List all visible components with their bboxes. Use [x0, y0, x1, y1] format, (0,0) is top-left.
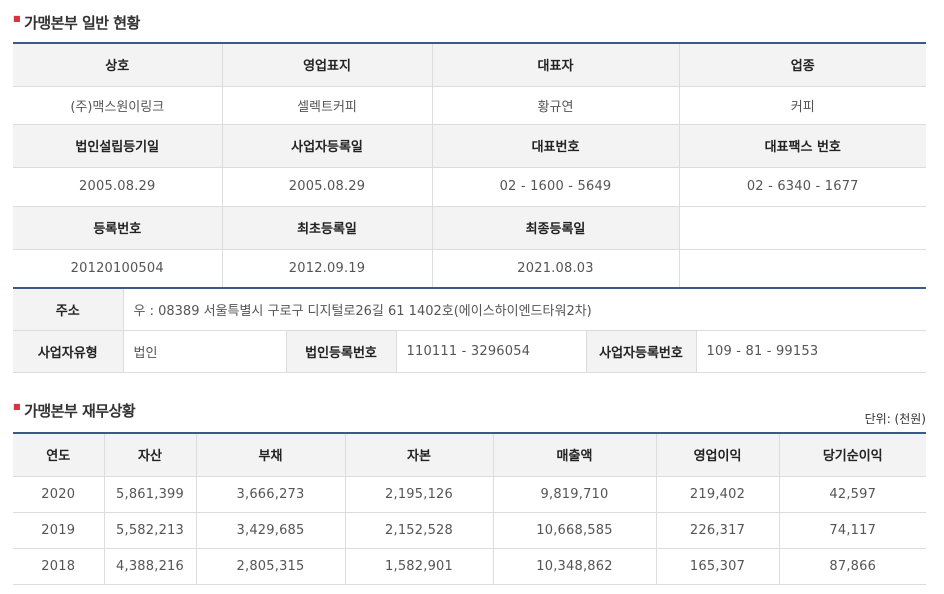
finance-title-text: 가맹본부 재무상황	[24, 402, 136, 420]
corporate-reg-value: 110111 - 3296054	[395, 329, 587, 373]
overview-section-title: ■ 가맹본부 일반 현황	[13, 12, 140, 33]
net-income-cell: 87,866	[778, 547, 926, 585]
fax-value: 02 - 6340 - 1677	[678, 166, 926, 207]
net-income-cell: 42,597	[778, 475, 926, 513]
overview-header-row: 등록번호 최초등록일 최종등록일	[13, 205, 926, 250]
business-info-row: 사업자유형 법인 법인등록번호 110111 - 3296054 사업자등록번호…	[13, 329, 926, 373]
bullet-icon: ■	[13, 14, 21, 23]
overview-table: 상호 영업표지 대표자 업종 (주)맥스원이링크 셀렉트커피 황규연 커피 법인…	[13, 42, 926, 288]
header-incorporation-date: 법인설립등기일	[13, 123, 223, 168]
liabilities-cell: 2,805,315	[195, 547, 346, 585]
year-cell: 2020	[13, 475, 105, 513]
assets-cell: 5,582,213	[103, 511, 197, 549]
header-ceo: 대표자	[431, 42, 680, 87]
business-reg-label: 사업자등록번호	[585, 329, 697, 373]
business-type-label: 사업자유형	[13, 329, 124, 373]
table-row: 2018 4,388,216 2,805,315 1,582,901 10,34…	[13, 547, 926, 585]
address-table: 주소 우 : 08389 서울특별시 구로구 디지털로26길 61 1402호(…	[13, 287, 926, 373]
header-operating-profit: 영업이익	[655, 432, 780, 477]
company-name-value: (주)맥스원이링크	[13, 85, 223, 125]
equity-cell: 1,582,901	[344, 547, 494, 585]
liabilities-cell: 3,666,273	[195, 475, 346, 513]
empty-value-cell	[678, 248, 926, 288]
header-revenue: 매출액	[492, 432, 657, 477]
equity-cell: 2,195,126	[344, 475, 494, 513]
header-net-income: 당기순이익	[778, 432, 926, 477]
header-equity: 자본	[344, 432, 494, 477]
equity-cell: 2,152,528	[344, 511, 494, 549]
address-label: 주소	[13, 287, 124, 331]
incorporation-date-value: 2005.08.29	[13, 166, 223, 207]
operating-profit-cell: 165,307	[655, 547, 780, 585]
bullet-icon: ■	[13, 402, 21, 411]
finance-header-row: 연도 자산 부채 자본 매출액 영업이익 당기순이익	[13, 432, 926, 477]
assets-cell: 4,388,216	[103, 547, 197, 585]
brand-value: 셀렉트커피	[221, 85, 433, 125]
business-reg-value: 109 - 81 - 99153	[695, 329, 926, 373]
liabilities-cell: 3,429,685	[195, 511, 346, 549]
revenue-cell: 10,668,585	[492, 511, 657, 549]
address-row: 주소 우 : 08389 서울특별시 구로구 디지털로26길 61 1402호(…	[13, 287, 926, 331]
header-phone: 대표번호	[431, 123, 680, 168]
net-income-cell: 74,117	[778, 511, 926, 549]
phone-value: 02 - 1600 - 5649	[431, 166, 680, 207]
header-year: 연도	[13, 432, 105, 477]
industry-value: 커피	[678, 85, 926, 125]
unit-label: 단위: (천원)	[864, 412, 926, 426]
header-company-name: 상호	[13, 42, 223, 87]
revenue-cell: 10,348,862	[492, 547, 657, 585]
overview-value-row: (주)맥스원이링크 셀렉트커피 황규연 커피	[13, 85, 926, 125]
empty-header-cell	[678, 205, 926, 250]
overview-value-row: 2005.08.29 2005.08.29 02 - 1600 - 5649 0…	[13, 166, 926, 207]
operating-profit-cell: 219,402	[655, 475, 780, 513]
address-value: 우 : 08389 서울특별시 구로구 디지털로26길 61 1402호(에이스…	[122, 287, 926, 331]
revenue-cell: 9,819,710	[492, 475, 657, 513]
year-cell: 2019	[13, 511, 105, 549]
overview-title-text: 가맹본부 일반 현황	[24, 14, 140, 32]
assets-cell: 5,861,399	[103, 475, 197, 513]
business-type-value: 법인	[122, 329, 287, 373]
header-first-reg-date: 최초등록일	[221, 205, 433, 250]
table-row: 2019 5,582,213 3,429,685 2,152,528 10,66…	[13, 511, 926, 549]
header-registration-no: 등록번호	[13, 205, 223, 250]
header-liabilities: 부채	[195, 432, 346, 477]
registration-no-value: 20120100504	[13, 248, 223, 288]
header-assets: 자산	[103, 432, 197, 477]
table-row: 2020 5,861,399 3,666,273 2,195,126 9,819…	[13, 475, 926, 513]
corporate-reg-label: 법인등록번호	[285, 329, 397, 373]
finance-section-title: ■ 가맹본부 재무상황	[13, 400, 136, 421]
operating-profit-cell: 226,317	[655, 511, 780, 549]
last-reg-date-value: 2021.08.03	[431, 248, 680, 288]
finance-table: 연도 자산 부채 자본 매출액 영업이익 당기순이익 2020 5,861,39…	[13, 432, 926, 585]
overview-header-row: 법인설립등기일 사업자등록일 대표번호 대표팩스 번호	[13, 123, 926, 168]
year-cell: 2018	[13, 547, 105, 585]
header-industry: 업종	[678, 42, 926, 87]
header-last-reg-date: 최종등록일	[431, 205, 680, 250]
header-brand: 영업표지	[221, 42, 433, 87]
overview-header-row: 상호 영업표지 대표자 업종	[13, 42, 926, 87]
ceo-value: 황규연	[431, 85, 680, 125]
overview-value-row: 20120100504 2012.09.19 2021.08.03	[13, 248, 926, 288]
header-business-reg-date: 사업자등록일	[221, 123, 433, 168]
first-reg-date-value: 2012.09.19	[221, 248, 433, 288]
business-reg-date-value: 2005.08.29	[221, 166, 433, 207]
header-fax: 대표팩스 번호	[678, 123, 926, 168]
